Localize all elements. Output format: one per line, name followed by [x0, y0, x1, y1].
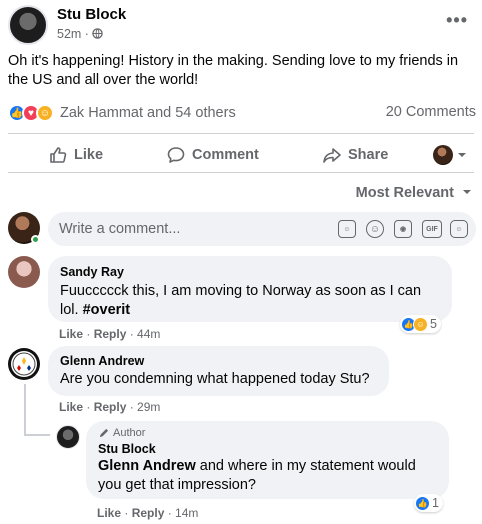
pencil-icon	[99, 428, 109, 437]
comment-time[interactable]: 44m	[137, 327, 160, 341]
post-text: Oh it's happening! History in the making…	[8, 53, 459, 88]
comment-bubble: Sandy Ray Fuuccccck this, I am moving to…	[48, 256, 452, 322]
reply-author-avatar[interactable]	[56, 425, 80, 449]
share-button-label: Share	[348, 147, 389, 163]
like-reaction-icon: 👍	[415, 495, 430, 511]
haha-reaction-icon: ☺	[413, 316, 428, 332]
reply-thread-line	[24, 384, 26, 436]
mention-link[interactable]: Glenn Andrew	[98, 458, 196, 474]
comment-sort-dropdown[interactable]: Most Relevant	[356, 185, 472, 201]
comment-time[interactable]: 29m	[137, 400, 160, 414]
comments-count[interactable]: 20 Comments	[386, 104, 476, 120]
like-button-label: Like	[74, 147, 104, 163]
like-button[interactable]: Like	[48, 138, 103, 172]
commenter-name[interactable]: Sandy Ray	[60, 265, 440, 279]
comment-time[interactable]: 14m	[175, 506, 198, 520]
comment-reply-link[interactable]: Reply	[94, 327, 127, 341]
author-badge: Author	[98, 427, 437, 439]
commenter-avatar[interactable]	[8, 256, 40, 288]
share-icon	[323, 148, 341, 163]
viewer-avatar	[433, 145, 453, 165]
commenter-avatar[interactable]	[8, 348, 40, 380]
sticker-icon[interactable]: ☺	[450, 220, 468, 238]
comment-reply-link[interactable]: Reply	[132, 506, 165, 520]
more-options-icon[interactable]: •••	[446, 10, 468, 31]
camera-icon[interactable]: ◉	[394, 220, 412, 238]
gif-icon[interactable]: GIF	[422, 220, 442, 238]
avatar-sticker-icon[interactable]: ☺	[338, 220, 356, 238]
commenter-name[interactable]: Glenn Andrew	[60, 354, 377, 368]
reply-author-name[interactable]: Stu Block	[98, 442, 437, 456]
reply-thread-line	[24, 434, 50, 436]
online-status-indicator	[31, 235, 40, 244]
hashtag-link[interactable]: #overit	[83, 302, 131, 318]
chevron-down-icon	[463, 190, 471, 194]
reply-text: Glenn Andrew and where in my statement w…	[98, 457, 437, 495]
comment-icon	[167, 147, 185, 163]
reaction-names[interactable]: Zak Hammat and 54 others	[60, 105, 236, 121]
emoji-icon[interactable]: ☺	[366, 220, 384, 238]
divider	[8, 133, 474, 134]
comment-text: Fuuccccck this, I am moving to Norway as…	[60, 282, 440, 320]
share-button[interactable]: Share	[322, 138, 388, 172]
comment-input[interactable]: Write a comment... ☺ ☺ ◉ GIF ☺	[48, 212, 476, 246]
comment-like-link[interactable]: Like	[59, 327, 83, 341]
divider	[8, 172, 474, 173]
post-author-avatar[interactable]	[8, 5, 48, 45]
comment-sort-label: Most Relevant	[355, 185, 454, 201]
comment-like-link[interactable]: Like	[59, 400, 83, 414]
comment-actions: Like · Reply · 14m	[97, 506, 199, 520]
post-action-bar: Like Comment Share	[0, 138, 482, 172]
post-time-text[interactable]: 52m ·	[57, 27, 92, 41]
comment-button[interactable]: Comment	[166, 138, 259, 172]
comment-input-placeholder: Write a comment...	[59, 221, 181, 237]
thumbs-up-icon	[50, 147, 67, 163]
author-badge-label: Author	[113, 427, 146, 439]
reaction-count: 1	[432, 496, 439, 510]
reaction-count: 5	[430, 317, 437, 331]
comment-like-link[interactable]: Like	[97, 506, 121, 520]
comment-bubble: Glenn Andrew Are you condemning what hap…	[48, 346, 389, 396]
comment-actions: Like · Reply · 44m	[59, 327, 161, 341]
chevron-down-icon	[458, 153, 466, 157]
reaction-summary[interactable]: 👍 ♥ ☺ Zak Hammat and 54 others	[8, 103, 236, 123]
steelers-logo	[11, 351, 37, 377]
reaction-profile-selector[interactable]	[433, 138, 467, 172]
post-timestamp[interactable]: 52m ·	[57, 27, 104, 41]
care-reaction-icon: ☺	[36, 104, 54, 122]
comment-button-label: Comment	[192, 147, 259, 163]
comment-reply-link[interactable]: Reply	[94, 400, 127, 414]
comment-reactions[interactable]: 👍 1	[414, 494, 443, 512]
post-author-name[interactable]: Stu Block	[57, 6, 126, 23]
reply-bubble: Author Stu Block Glenn Andrew and where …	[86, 421, 449, 499]
globe-icon	[92, 28, 104, 39]
comment-reactions[interactable]: 👍 ☺ 5	[400, 315, 441, 333]
comment-text: Are you condemning what happened today S…	[60, 371, 370, 387]
comment-actions: Like · Reply · 29m	[59, 400, 161, 414]
